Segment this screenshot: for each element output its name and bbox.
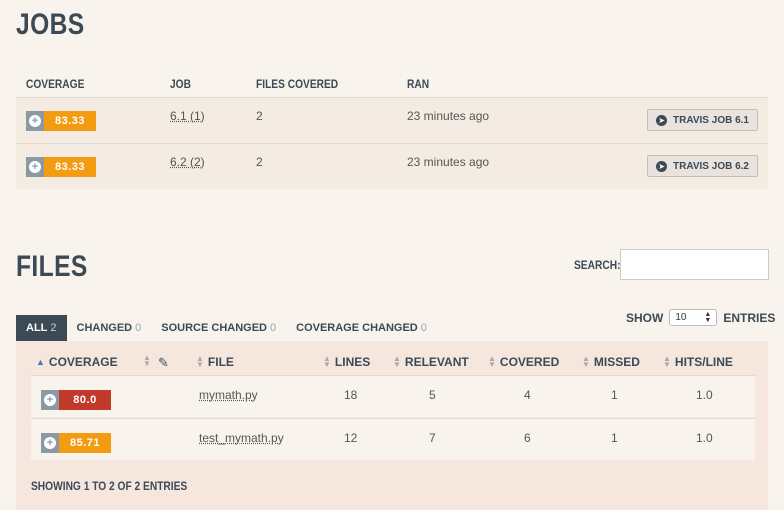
hits-per-line: 1.0 [696, 431, 713, 445]
col-files-covered: FILES COVERED [256, 77, 339, 91]
travis-job-button[interactable]: ➤ TRAVIS JOB 6.1 [647, 109, 758, 131]
pencil-icon[interactable]: ✎ [158, 355, 169, 371]
col-covered[interactable]: ▲ ▼ COVERED [488, 355, 559, 370]
show-label: SHOW [626, 310, 664, 325]
jobs-title: JOBS [16, 8, 85, 41]
col-file[interactable]: ▲ ▼ FILE [196, 355, 234, 370]
files-table-header: ▲ COVERAGE ▲ ▼ ✎ ▲ ▼ FILE ▲ ▼ LINES ▲ ▼ RELEVANT… [31, 351, 755, 374]
col-hits-per-line[interactable]: ▲ ▼ HITS/LINE [663, 355, 733, 370]
col-coverage: COVERAGE [26, 77, 85, 91]
search-input[interactable] [620, 249, 769, 280]
plus-circle-icon: + [41, 390, 59, 410]
col-ran: RAN [407, 77, 430, 91]
jobs-table-header: COVERAGE JOB FILES COVERED RAN [16, 74, 768, 96]
job-row: + 83.33 6.2 (2) 2 23 minutes ago ➤ TRAVI… [16, 143, 768, 189]
files-title: FILES [16, 250, 88, 283]
lines: 12 [344, 431, 358, 445]
ran-time: 23 minutes ago [407, 109, 490, 123]
tab-changed[interactable]: CHANGED 0 [67, 315, 152, 341]
entries-select[interactable]: 10 ▲ ▼ [669, 309, 718, 326]
file-link[interactable]: mymath.py [199, 388, 258, 402]
covered: 4 [524, 388, 531, 402]
ran-time: 23 minutes ago [407, 155, 490, 169]
relevant: 5 [429, 388, 436, 402]
job-row: + 83.33 6.1 (1) 2 23 minutes ago ➤ TRAVI… [16, 97, 768, 143]
job-link[interactable]: 6.1 (1) [170, 109, 205, 123]
missed: 1 [611, 388, 618, 402]
search-label: SEARCH: [574, 258, 621, 272]
tab-coverage-changed[interactable]: COVERAGE CHANGED 0 [286, 315, 437, 341]
missed: 1 [611, 431, 618, 445]
arrow-circle-right-icon: ➤ [656, 160, 668, 172]
job-link[interactable]: 6.2 (2) [170, 155, 205, 169]
col-lines[interactable]: ▲ ▼ LINES [323, 355, 370, 370]
plus-circle-icon: + [41, 433, 59, 453]
sort-icon[interactable]: ▲ ▼ [143, 354, 151, 368]
plus-circle-icon: + [26, 157, 44, 177]
col-job: JOB [170, 77, 191, 91]
entries-label: ENTRIES [723, 310, 776, 325]
table-row: + 80.0 mymath.py 18 5 4 1 1.0 [31, 375, 755, 417]
sort-asc-icon: ▲ [36, 357, 45, 367]
table-row: + 85.71 test_mymath.py 12 7 6 1 1.0 [31, 418, 755, 460]
file-link[interactable]: test_mymath.py [199, 431, 284, 445]
col-missed[interactable]: ▲ ▼ MISSED [582, 355, 640, 370]
tab-source-changed[interactable]: SOURCE CHANGED 0 [151, 315, 286, 341]
file-filter-tabs: ALL 2 CHANGED 0 SOURCE CHANGED 0 COVERAGE C… [16, 315, 437, 341]
col-coverage[interactable]: ▲ COVERAGE [36, 355, 118, 369]
files-covered: 2 [256, 109, 263, 123]
coverage-badge[interactable]: + 83.33 [26, 157, 96, 177]
pagination-info: SHOWING 1 TO 2 OF 2 ENTRIES [31, 479, 188, 493]
coverage-badge[interactable]: + 85.71 [41, 433, 111, 453]
coverage-badge[interactable]: + 80.0 [41, 390, 111, 410]
arrow-circle-right-icon: ➤ [656, 114, 668, 126]
travis-job-button[interactable]: ➤ TRAVIS JOB 6.2 [647, 155, 758, 177]
chevron-updown-icon: ▲ ▼ [704, 310, 712, 324]
page-size-control: SHOW 10 ▲ ▼ ENTRIES [626, 309, 775, 326]
coverage-badge[interactable]: + 83.33 [26, 111, 96, 131]
files-covered: 2 [256, 155, 263, 169]
tab-all[interactable]: ALL 2 [16, 315, 67, 341]
covered: 6 [524, 431, 531, 445]
plus-circle-icon: + [26, 111, 44, 131]
col-relevant[interactable]: ▲ ▼ RELEVANT [393, 355, 469, 370]
hits-per-line: 1.0 [696, 388, 713, 402]
relevant: 7 [429, 431, 436, 445]
files-panel: ▲ COVERAGE ▲ ▼ ✎ ▲ ▼ FILE ▲ ▼ LINES ▲ ▼ RELEVANT… [16, 341, 768, 510]
lines: 18 [344, 388, 358, 402]
